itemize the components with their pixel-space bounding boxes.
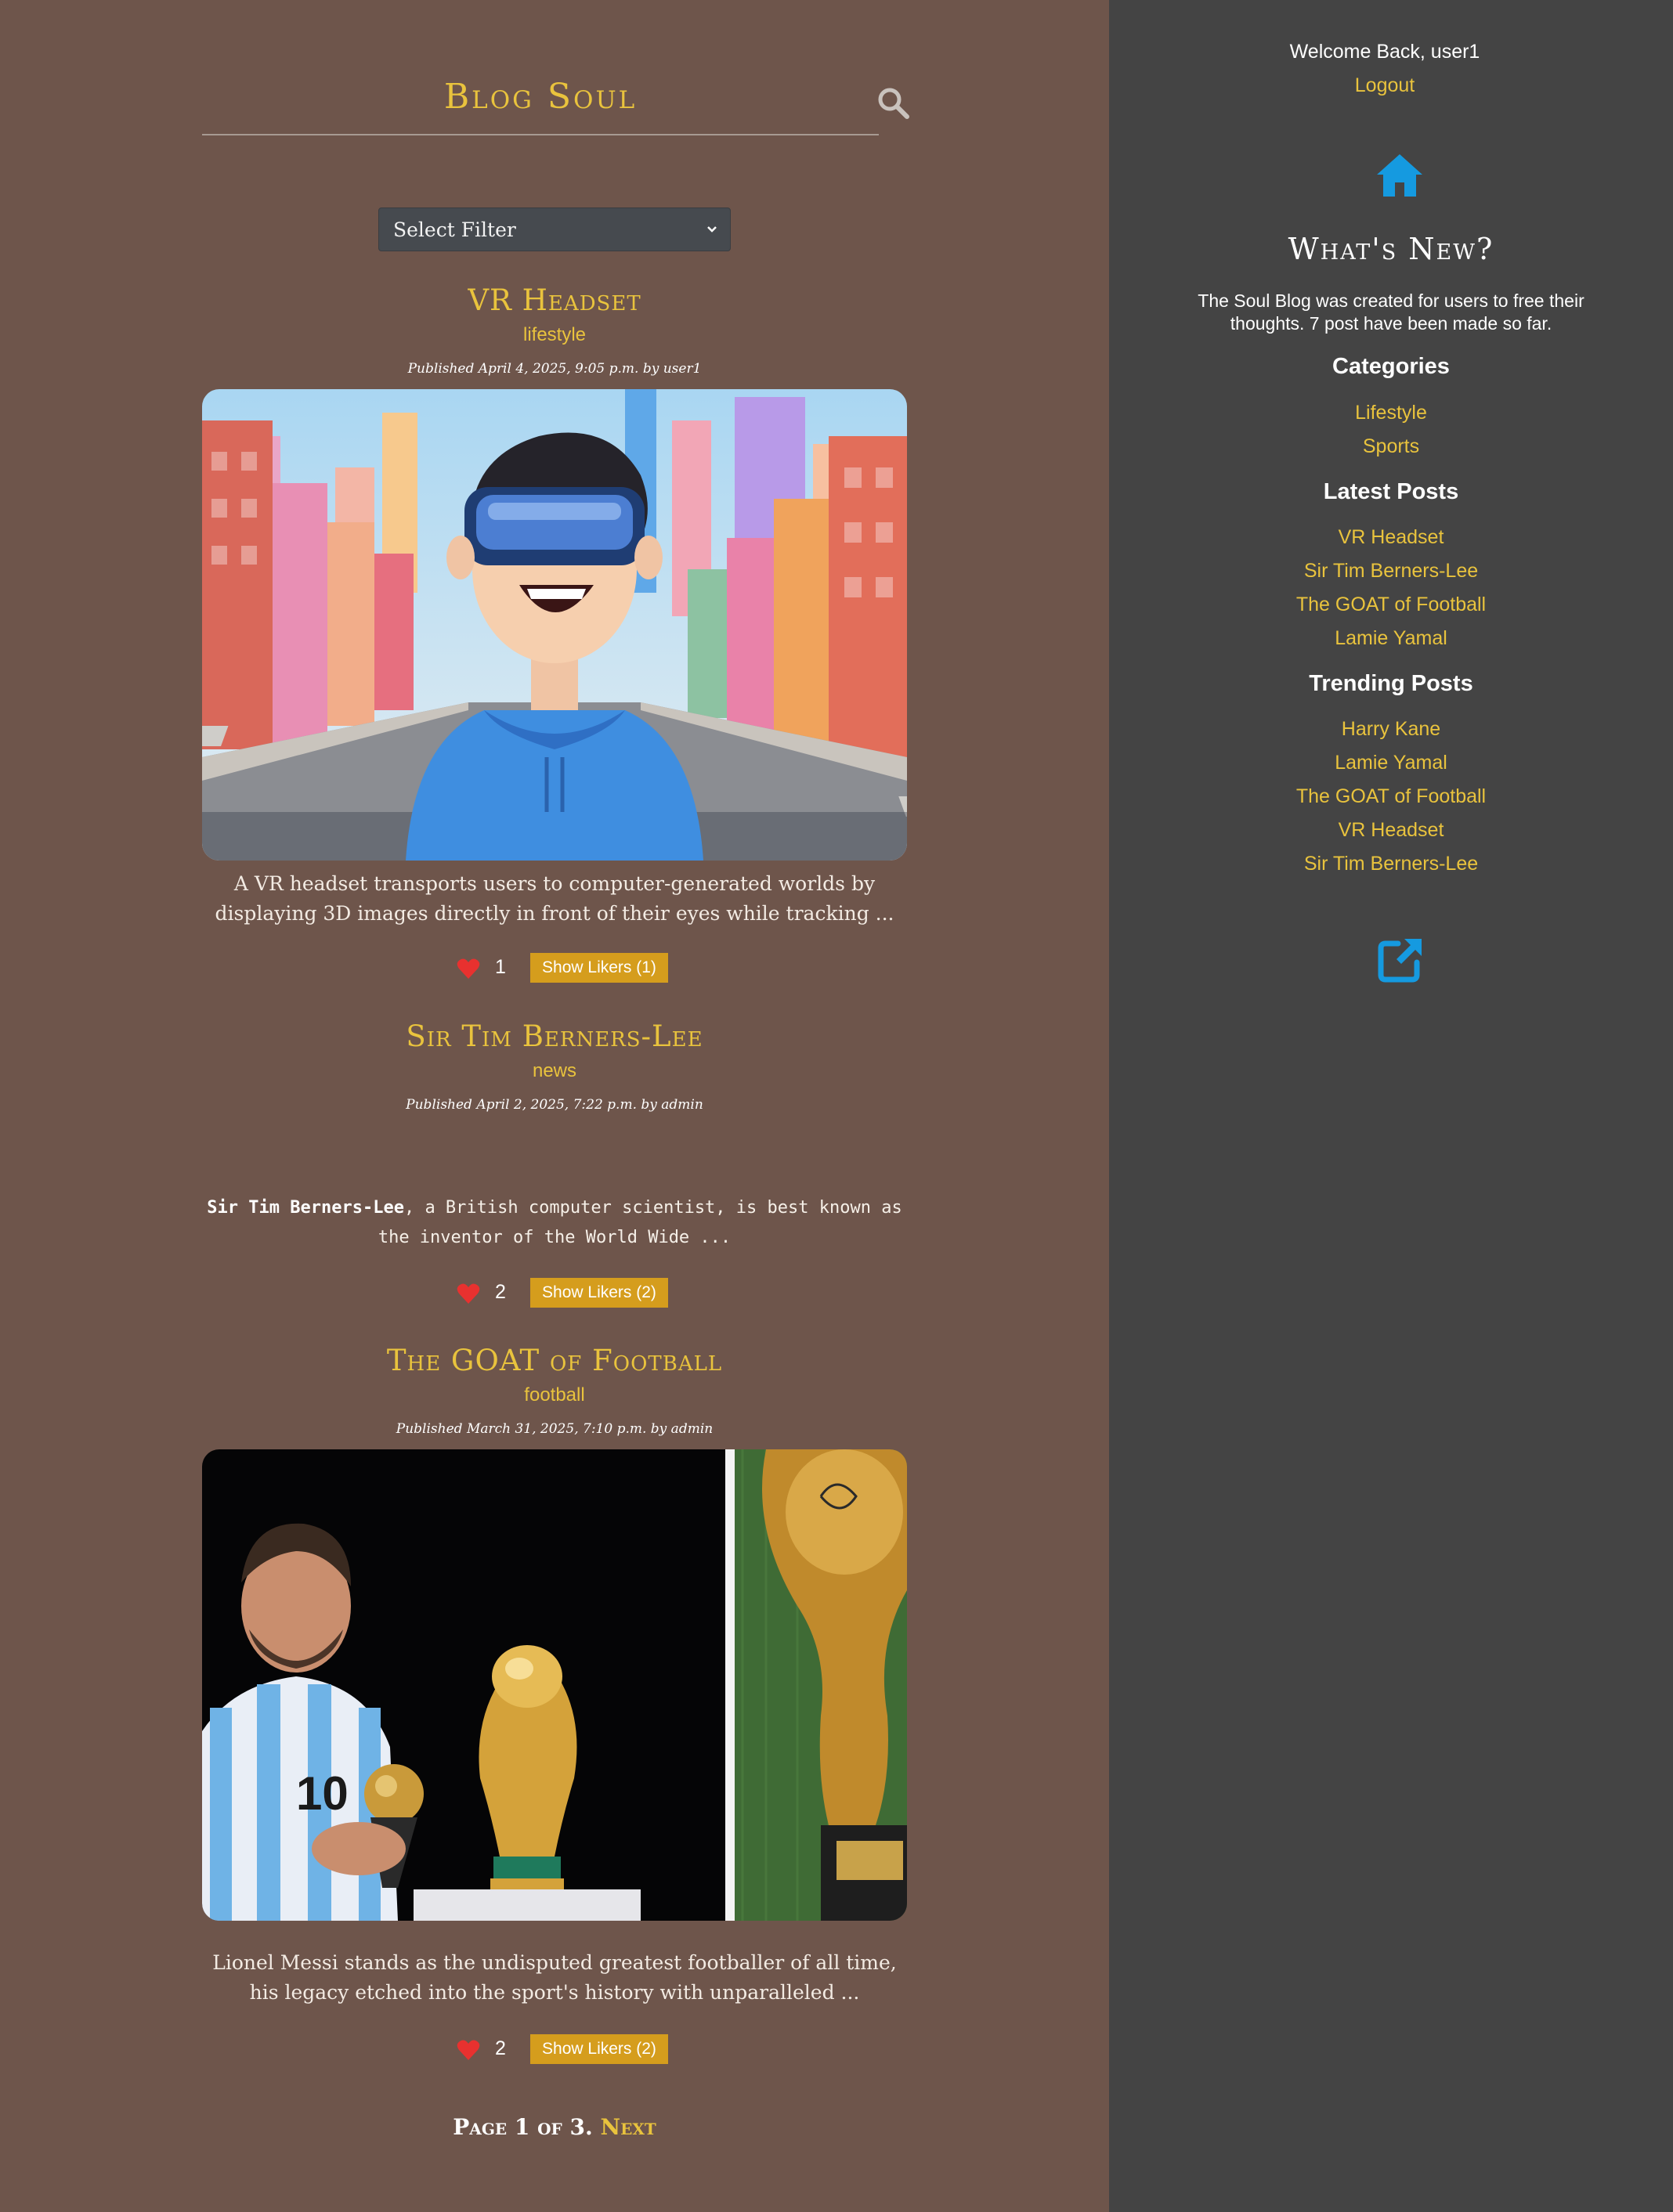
filter-select[interactable]: Select Filter [378,207,731,251]
trending-post-link[interactable]: Sir Tim Berners-Lee [1109,853,1673,875]
blog-title[interactable]: Blog Soul [202,69,879,125]
post-excerpt: Lionel Messi stands as the undisputed gr… [212,1951,897,2004]
post-excerpt: A VR headset transports users to compute… [215,872,894,925]
external-link-icon[interactable] [1378,937,1423,983]
like-count: 2 [495,2037,506,2059]
post-category[interactable]: news [202,1060,907,1082]
welcome-message: Welcome Back, user1 [1289,41,1480,63]
header-divider [202,134,879,135]
latest-post-link[interactable]: VR Headset [1109,526,1673,549]
show-likers-button[interactable]: Show Likers (1) [530,953,668,983]
chevron-down-icon [707,226,717,233]
likes-row: 2 Show Likers (2) [202,2034,907,2066]
trending-post-link[interactable]: Lamie Yamal [1109,752,1673,774]
latest-posts-heading: Latest Posts [1323,479,1459,504]
post-meta: Published March 31, 2025, 7:10 p.m. by a… [396,1421,714,1437]
heart-icon[interactable] [457,1283,480,1304]
post-excerpt-bold: Sir Tim Berners-Lee [207,1198,404,1218]
svg-text:10: 10 [296,1767,349,1820]
blog-header: Blog Soul [202,69,879,125]
latest-post-link[interactable]: The GOAT of Football [1109,594,1673,616]
post-image-vr-headset[interactable] [202,389,907,861]
like-count: 2 [495,1281,506,1303]
post-category[interactable]: football [202,1384,907,1406]
show-likers-button[interactable]: Show Likers (2) [530,2034,668,2064]
like-count: 1 [495,956,506,978]
trending-posts-heading: Trending Posts [1309,671,1473,696]
post-excerpt: Sir Tim Berners-Lee, a British computer … [202,1193,907,1253]
sidebar-category-lifestyle[interactable]: Lifestyle [1109,402,1673,424]
football-trophy-photo: 10 [202,1449,907,1921]
post-title[interactable]: The GOAT of Football [202,1344,907,1377]
latest-post-link[interactable]: Lamie Yamal [1109,627,1673,650]
next-page-link[interactable]: Next [600,2114,656,2140]
trending-post-link[interactable]: Harry Kane [1109,718,1673,741]
sidebar-category-sports[interactable]: Sports [1109,435,1673,458]
latest-post-link[interactable]: Sir Tim Berners-Lee [1109,560,1673,583]
search-icon[interactable] [876,86,911,121]
likes-row: 2 Show Likers (2) [202,1278,907,1309]
filter-selected-value: Select Filter [393,218,516,241]
about-text: The Soul Blog was created for users to f… [1198,290,1584,334]
page-indicator: Page 1 of 3. [453,2114,593,2140]
heart-icon[interactable] [457,2039,480,2061]
whats-new-heading: What's New? [1288,232,1494,266]
post-excerpt-text: , a British computer scientist, is best … [378,1198,902,1247]
post-image-goat-of-football[interactable]: 10 [202,1449,907,1921]
pagination: Page 1 of 3. Next [202,2114,907,2140]
post-meta: Published April 4, 2025, 9:05 p.m. by us… [407,361,702,377]
post-meta: Published April 2, 2025, 7:22 p.m. by ad… [406,1097,703,1113]
heart-icon[interactable] [457,958,480,980]
show-likers-button[interactable]: Show Likers (2) [530,1278,668,1308]
post-category[interactable]: lifestyle [202,324,907,346]
vr-headset-illustration [202,389,907,861]
home-icon[interactable] [1375,153,1424,198]
logout-link[interactable]: Logout [1103,74,1667,97]
trending-post-link[interactable]: VR Headset [1109,819,1673,842]
trending-post-link[interactable]: The GOAT of Football [1109,785,1673,808]
likes-row: 1 Show Likers (1) [202,953,907,984]
categories-heading: Categories [1332,354,1450,379]
post-title[interactable]: Sir Tim Berners-Lee [202,1019,907,1053]
post-title[interactable]: VR Headset [202,283,907,317]
